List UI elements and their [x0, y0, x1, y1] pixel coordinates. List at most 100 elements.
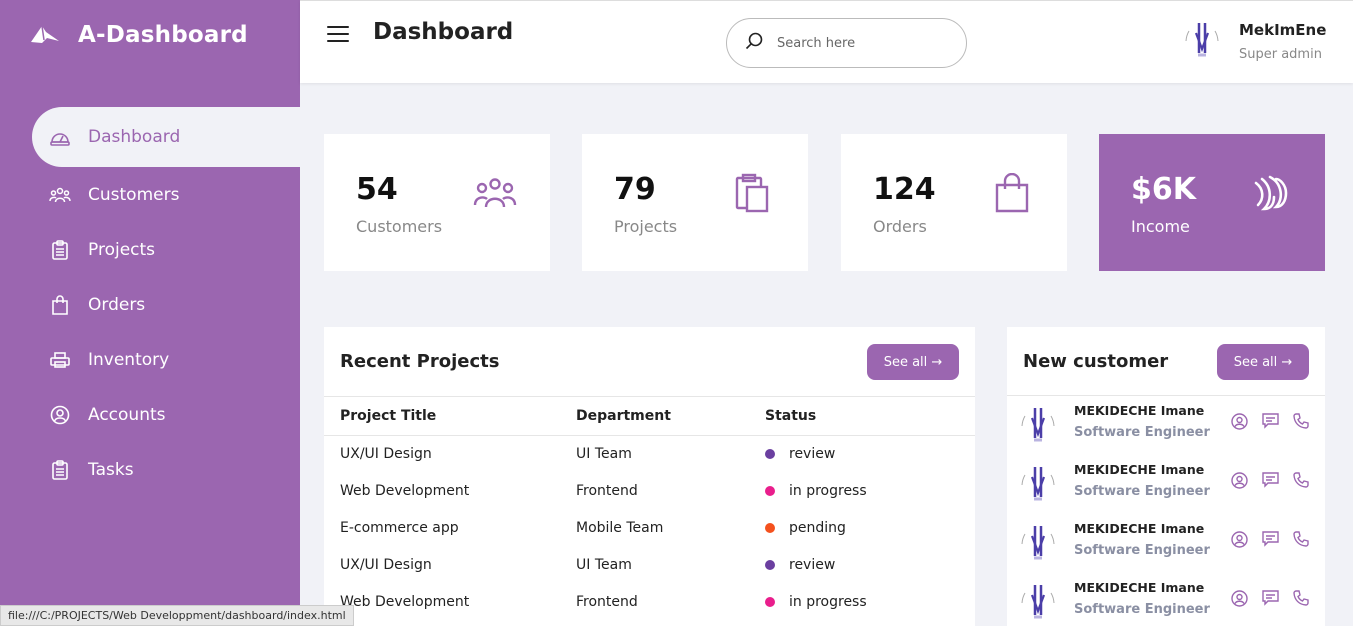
sidebar-item-orders[interactable]: Orders — [32, 277, 300, 332]
project-department: UI Team — [576, 445, 632, 462]
phone-icon[interactable] — [1293, 470, 1324, 490]
column-header: Department — [576, 397, 765, 436]
browser-status-bar: file:///C:/PROJECTS/Web Developpment/das… — [0, 605, 354, 626]
customer-job: Software Engineer — [1074, 425, 1210, 440]
card-value: 54 — [356, 172, 398, 207]
customer-name: MEKIDECHE Imane — [1074, 521, 1205, 536]
profile-icon[interactable] — [1231, 411, 1262, 431]
sidebar-item-dashboard[interactable]: Dashboard — [32, 107, 300, 167]
income-icon — [1247, 170, 1293, 216]
panel-title: Recent Projects — [340, 351, 500, 372]
sidebar-item-label: Tasks — [88, 459, 134, 480]
customer-name: MEKIDECHE Imane — [1074, 580, 1205, 595]
user-role: Super admin — [1239, 47, 1322, 62]
status-label: in progress — [789, 593, 867, 610]
phone-icon[interactable] — [1293, 411, 1324, 431]
avatar — [1019, 404, 1057, 448]
brand[interactable]: A-Dashboard — [30, 18, 248, 52]
customer-actions — [1231, 529, 1324, 549]
phone-icon[interactable] — [1293, 588, 1324, 608]
message-icon[interactable] — [1262, 588, 1293, 608]
table-row[interactable]: Web Development Frontend in progress — [324, 583, 975, 620]
customer-text: MEKIDECHE Imane Software Engineer — [1074, 403, 1210, 440]
sidebar-item-tasks[interactable]: Tasks — [32, 442, 300, 497]
panel-title: New customer — [1023, 351, 1169, 372]
card-label: Orders — [873, 217, 927, 236]
menu-toggle-icon[interactable] — [326, 23, 350, 45]
card-label: Projects — [614, 217, 678, 236]
message-icon[interactable] — [1262, 529, 1293, 549]
table-row[interactable]: UX/UI Design UI Team review — [324, 546, 975, 583]
card-projects[interactable]: 79 Projects — [582, 134, 808, 271]
sidebar-item-customers[interactable]: Customers — [32, 167, 300, 222]
project-status: in progress — [765, 583, 975, 620]
customer-text: MEKIDECHE Imane Software Engineer — [1074, 521, 1210, 558]
sidebar-item-projects[interactable]: Projects — [32, 222, 300, 277]
table-row[interactable]: E-commerce app Mobile Team pending — [324, 509, 975, 546]
sidebar-item-label: Orders — [88, 294, 146, 315]
clipboard-icon — [730, 170, 776, 216]
user-circle-icon — [49, 404, 71, 426]
user-profile[interactable]: MekImEne Super admin — [1182, 19, 1326, 63]
customer-job: Software Engineer — [1074, 543, 1210, 558]
search-box[interactable] — [726, 18, 967, 68]
project-status: review — [765, 435, 975, 472]
sidebar-nav: Dashboard Customers Projects Orders Inve… — [32, 107, 300, 497]
project-department: UI Team — [576, 556, 632, 573]
profile-icon[interactable] — [1231, 529, 1262, 549]
list-item[interactable]: MEKIDECHE Imane Software Engineer — [1007, 573, 1325, 626]
status-label: review — [789, 445, 836, 462]
page-title: Dashboard — [373, 19, 514, 45]
status-dot — [765, 448, 775, 459]
card-orders[interactable]: 124 Orders — [841, 134, 1067, 271]
users-icon — [472, 170, 518, 216]
brand-name: A-Dashboard — [78, 22, 248, 48]
tasks-icon — [49, 459, 71, 481]
see-all-projects-button[interactable]: See all → — [867, 344, 959, 380]
table-row[interactable]: UX/UI Design UI Team review — [324, 435, 975, 472]
avatar — [1019, 522, 1057, 566]
paper-plane-logo-icon — [30, 19, 62, 51]
profile-icon[interactable] — [1231, 588, 1262, 608]
sidebar-item-inventory[interactable]: Inventory — [32, 332, 300, 387]
status-label: review — [789, 556, 836, 573]
projects-table: Project Title Department Status UX/UI De… — [324, 397, 975, 620]
project-department: Frontend — [576, 482, 638, 499]
status-dot — [765, 522, 775, 533]
customer-name: MEKIDECHE Imane — [1074, 462, 1205, 477]
printer-icon — [49, 349, 71, 371]
card-customers[interactable]: 54 Customers — [324, 134, 550, 271]
status-dot — [765, 596, 775, 607]
sidebar-item-label: Dashboard — [88, 127, 181, 147]
customer-text: MEKIDECHE Imane Software Engineer — [1074, 580, 1210, 617]
card-income[interactable]: $6K Income — [1099, 134, 1325, 271]
customer-job: Software Engineer — [1074, 484, 1210, 499]
profile-icon[interactable] — [1231, 470, 1262, 490]
sidebar-item-label: Inventory — [88, 349, 170, 370]
phone-icon[interactable] — [1293, 529, 1324, 549]
topbar: Dashboard MekImEne Super admin — [300, 0, 1353, 83]
bag-icon — [989, 170, 1035, 216]
customer-actions — [1231, 411, 1324, 431]
customer-job: Software Engineer — [1074, 602, 1210, 617]
status-label: in progress — [789, 482, 867, 499]
list-item[interactable]: MEKIDECHE Imane Software Engineer — [1007, 396, 1325, 455]
search-icon — [745, 32, 763, 54]
project-title: UX/UI Design — [340, 556, 432, 573]
card-value: $6K — [1131, 172, 1196, 207]
sidebar-item-accounts[interactable]: Accounts — [32, 387, 300, 442]
project-department: Mobile Team — [576, 519, 664, 536]
project-title: Web Development — [340, 593, 470, 610]
message-icon[interactable] — [1262, 411, 1293, 431]
list-item[interactable]: MEKIDECHE Imane Software Engineer — [1007, 455, 1325, 514]
project-department: Frontend — [576, 593, 638, 610]
column-header: Project Title — [324, 397, 576, 436]
sidebar: A-Dashboard Dashboard Customers Projects… — [0, 0, 300, 626]
status-dot — [765, 485, 775, 496]
table-row[interactable]: Web Development Frontend in progress — [324, 472, 975, 509]
list-item[interactable]: MEKIDECHE Imane Software Engineer — [1007, 514, 1325, 573]
customer-actions — [1231, 470, 1324, 490]
message-icon[interactable] — [1262, 470, 1293, 490]
see-all-customers-button[interactable]: See all → — [1217, 344, 1309, 380]
search-input[interactable] — [777, 35, 947, 51]
